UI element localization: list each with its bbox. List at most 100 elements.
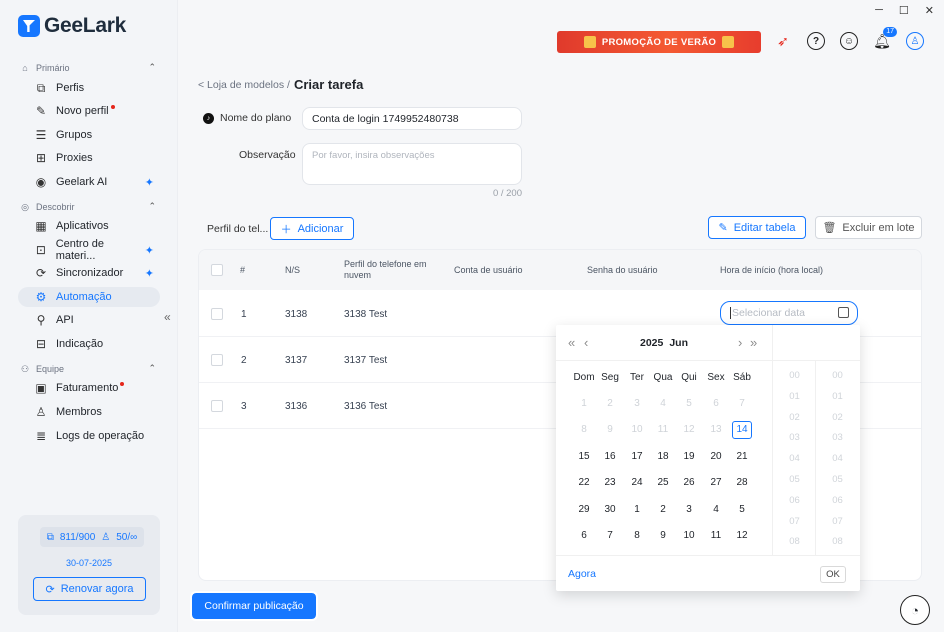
next-month-icon[interactable]: ›	[738, 335, 742, 350]
minimize-icon[interactable]: ─	[875, 4, 883, 17]
day-cell[interactable]: 6	[574, 527, 594, 545]
day-cell[interactable]: 4	[706, 500, 726, 518]
minute-option[interactable]: 02	[816, 412, 859, 423]
picker-year[interactable]: 2025	[640, 337, 663, 349]
sidebar-item-geelark-ai[interactable]: ◉ Geelark AI ✦	[18, 172, 160, 192]
sidebar-item-materials[interactable]: ⊡ Centro de materi... ✦	[18, 238, 160, 262]
sidebar-item-profiles[interactable]: ⧉ Perfis	[18, 78, 160, 98]
hour-option[interactable]: 03	[773, 432, 816, 443]
day-cell[interactable]: 8	[627, 527, 647, 545]
day-cell[interactable]: 1	[627, 500, 647, 518]
hour-option[interactable]: 02	[773, 412, 816, 423]
confirm-publish-button[interactable]: Confirmar publicação	[190, 591, 318, 621]
day-cell[interactable]: 26	[679, 474, 699, 492]
day-cell[interactable]: 27	[706, 474, 726, 492]
select-all-checkbox[interactable]	[211, 264, 223, 276]
sidebar-item-billing[interactable]: ▣ Faturamento	[18, 378, 160, 398]
hour-option[interactable]: 01	[773, 391, 816, 402]
sidebar-item-groups[interactable]: ☰ Grupos	[18, 125, 160, 145]
sidebar-item-proxies[interactable]: ⊞ Proxies	[18, 148, 160, 168]
sidebar-item-logs[interactable]: ≣ Logs de operação	[18, 426, 160, 446]
hour-option[interactable]: 06	[773, 495, 816, 506]
day-cell[interactable]: 9	[653, 527, 673, 545]
add-button[interactable]: ＋ Adicionar	[270, 217, 354, 240]
row-checkbox[interactable]	[211, 308, 223, 320]
minute-option[interactable]: 04	[816, 453, 859, 464]
hour-option[interactable]: 05	[773, 474, 816, 485]
maximize-icon[interactable]: ☐	[899, 4, 909, 17]
start-date-input[interactable]: Selecionar data	[720, 301, 858, 325]
day-cell[interactable]: 11	[706, 527, 726, 545]
edit-table-button[interactable]: ✎ Editar tabela	[708, 216, 806, 239]
day-cell[interactable]: 23	[600, 474, 620, 492]
plan-name-input[interactable]: Conta de login 1749952480738	[302, 107, 522, 130]
minute-option[interactable]: 08	[816, 536, 859, 547]
day-cell[interactable]: 20	[706, 447, 726, 465]
sidebar-item-automation[interactable]: ⚙ Automação	[18, 287, 160, 307]
summer-promo-banner[interactable]: PROMOÇÃO DE VERÃO	[557, 31, 761, 53]
minute-column[interactable]: 00 01 02 03 04 05 06 07 08	[815, 361, 858, 555]
minute-option[interactable]: 05	[816, 474, 859, 485]
breadcrumb-parent[interactable]: < Loja de modelos /	[198, 79, 290, 91]
sidebar-item-referral[interactable]: ⊟ Indicação	[18, 334, 160, 354]
sidebar-item-sync[interactable]: ⟳ Sincronizador ✦	[18, 263, 160, 283]
sidebar-item-api[interactable]: ⚲ API	[18, 310, 160, 330]
day-cell[interactable]: 24	[627, 474, 647, 492]
hour-option[interactable]: 07	[773, 516, 816, 527]
sidebar-item-label: Automação	[56, 291, 112, 303]
minute-option[interactable]: 03	[816, 432, 859, 443]
day-cell[interactable]: 22	[574, 474, 594, 492]
app-logo[interactable]: GeeLark	[18, 14, 126, 38]
bell-icon[interactable]: 🔔︎ 17	[873, 27, 897, 50]
close-icon[interactable]: ✕	[925, 4, 934, 17]
day-cell[interactable]: 15	[574, 447, 594, 465]
sidebar-item-new-profile[interactable]: ✎ Novo perfil	[18, 101, 160, 121]
day-cell[interactable]: 2	[653, 500, 673, 518]
day-cell[interactable]: 28	[732, 474, 752, 492]
batch-delete-label: Excluir em lote	[842, 221, 915, 234]
ok-button[interactable]: OK	[820, 566, 846, 583]
hour-column[interactable]: 00 01 02 03 04 05 06 07 08	[772, 361, 815, 555]
renew-button[interactable]: ⟳ Renovar agora	[33, 577, 146, 601]
day-cell[interactable]: 18	[653, 447, 673, 465]
day-cell[interactable]: 25	[653, 474, 673, 492]
section-team[interactable]: ⚇ Equipe ⌃	[20, 363, 156, 374]
sidebar-item-apps[interactable]: ▦ Aplicativos	[18, 216, 160, 236]
row-checkbox[interactable]	[211, 354, 223, 366]
day-cell-today[interactable]: 14	[732, 420, 752, 439]
day-cell[interactable]: 3	[679, 500, 699, 518]
day-cell[interactable]: 5	[732, 500, 752, 518]
sidebar-item-members[interactable]: ♙ Membros	[18, 402, 160, 422]
day-cell[interactable]: 19	[679, 447, 699, 465]
hour-option[interactable]: 00	[773, 370, 816, 381]
now-button[interactable]: Agora	[568, 568, 596, 580]
row-serial: 3136	[285, 400, 308, 412]
minute-option[interactable]: 00	[816, 370, 859, 381]
support-face-icon[interactable]: ☺	[840, 32, 858, 50]
row-checkbox[interactable]	[211, 400, 223, 412]
section-discover[interactable]: ◎ Descobrir ⌃	[20, 201, 156, 212]
help-icon[interactable]: ?	[807, 32, 825, 50]
day-cell[interactable]: 30	[600, 500, 620, 518]
next-year-icon[interactable]: »	[750, 335, 757, 350]
collapse-sidebar-icon[interactable]: «	[164, 310, 171, 324]
section-primary[interactable]: ⌂ Primário ⌃	[20, 62, 156, 73]
hour-option[interactable]: 04	[773, 453, 816, 464]
picker-month[interactable]: Jun	[669, 337, 688, 349]
day-cell[interactable]: 7	[600, 527, 620, 545]
minute-option[interactable]: 01	[816, 391, 859, 402]
batch-delete-button[interactable]: 🗑︎ Excluir em lote	[815, 216, 922, 239]
minute-option[interactable]: 06	[816, 495, 859, 506]
minute-option[interactable]: 07	[816, 516, 859, 527]
hour-option[interactable]: 08	[773, 536, 816, 547]
day-cell[interactable]: 21	[732, 447, 752, 465]
day-cell[interactable]: 10	[679, 527, 699, 545]
assistant-bubble-icon[interactable]: ◔	[900, 595, 930, 625]
note-textarea[interactable]: Por favor, insira observações	[302, 143, 522, 185]
day-cell[interactable]: 29	[574, 500, 594, 518]
day-cell[interactable]: 12	[732, 527, 752, 545]
user-avatar-icon[interactable]: ♙	[906, 32, 924, 50]
rocket-icon[interactable]: ➶	[774, 32, 792, 50]
day-cell[interactable]: 17	[627, 447, 647, 465]
day-cell[interactable]: 16	[600, 447, 620, 465]
